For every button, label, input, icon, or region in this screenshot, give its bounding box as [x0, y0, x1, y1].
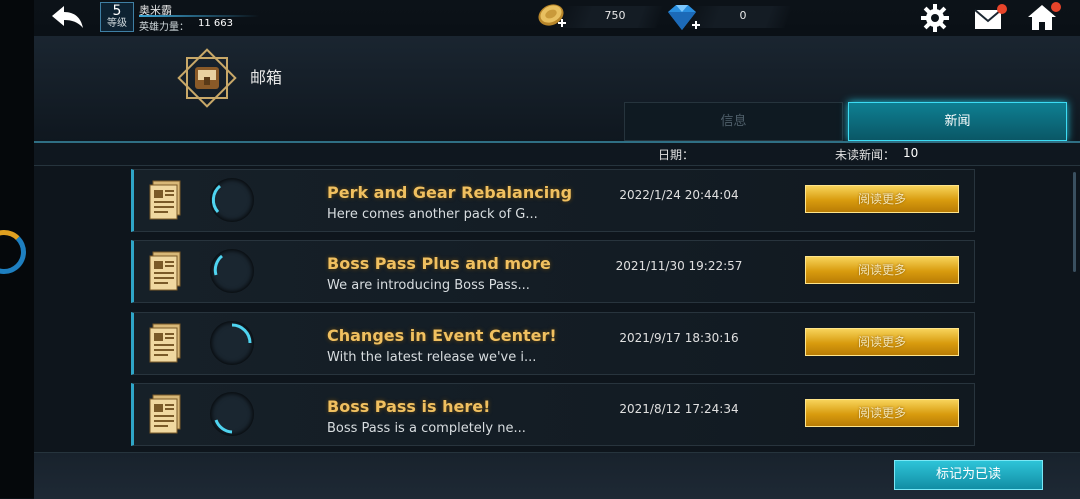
- news-item[interactable]: Boss Pass is here! Boss Pass is a comple…: [131, 383, 975, 446]
- level-number: 5: [112, 3, 122, 19]
- hero-power-label: 英雄力量：: [139, 22, 189, 33]
- newspaper-icon: [148, 393, 182, 435]
- mail-icon: [974, 4, 1007, 29]
- news-item[interactable]: Changes in Event Center! With the latest…: [131, 312, 975, 375]
- back-arrow-icon: [52, 6, 83, 28]
- hero-power-value: 11 663: [198, 18, 233, 29]
- news-title: Boss Pass is here!: [327, 397, 491, 416]
- mail-button[interactable]: [972, 3, 1008, 33]
- page-title: 邮箱: [250, 68, 283, 87]
- unread-news-count: 10: [903, 146, 919, 160]
- news-date: 2021/8/12 17:24:34: [619, 402, 739, 416]
- progress-ring-icon: [210, 178, 254, 222]
- news-item[interactable]: Boss Pass Plus and more We are introduci…: [131, 240, 975, 303]
- news-title: Changes in Event Center!: [327, 326, 557, 345]
- coin-count: 750: [604, 9, 626, 22]
- tab-news[interactable]: 新闻: [848, 102, 1067, 141]
- progress-ring-icon: [210, 321, 254, 365]
- newspaper-icon: [148, 250, 182, 292]
- list-scrollbar[interactable]: [1073, 172, 1076, 272]
- news-preview: Boss Pass is a completely ne...: [327, 421, 526, 436]
- list-header: [34, 143, 1080, 166]
- newspaper-icon: [148, 179, 182, 221]
- read-more-button[interactable]: 阅读更多: [805, 185, 959, 213]
- mailbox-emblem: [176, 47, 238, 109]
- unread-news-label: 未读新闻：: [835, 148, 896, 162]
- tab-info[interactable]: 信息: [624, 102, 843, 141]
- home-icon: [1028, 2, 1061, 30]
- gem-icon: [668, 5, 700, 30]
- gear-icon: [921, 4, 949, 32]
- home-button[interactable]: [1026, 1, 1062, 33]
- mailbox-icon: [177, 48, 237, 108]
- level-badge: 5 等级: [100, 2, 134, 32]
- news-preview: With the latest release we've i...: [327, 350, 537, 365]
- news-preview: We are introducing Boss Pass...: [327, 278, 530, 293]
- coin-icon: [538, 4, 566, 27]
- level-label: 等级: [107, 18, 127, 29]
- newspaper-icon: [148, 322, 182, 364]
- read-more-button[interactable]: 阅读更多: [805, 328, 959, 356]
- progress-ring-icon: [210, 249, 254, 293]
- name-underline: [139, 15, 259, 17]
- read-more-button[interactable]: 阅读更多: [805, 256, 959, 284]
- back-button[interactable]: [50, 4, 86, 30]
- gem-count: 0: [739, 9, 747, 22]
- add-gems-button[interactable]: [664, 2, 704, 34]
- add-coins-button[interactable]: [536, 2, 568, 32]
- progress-ring-icon: [210, 392, 254, 436]
- news-date: 2022/1/24 20:44:04: [619, 188, 739, 202]
- read-more-button[interactable]: 阅读更多: [805, 399, 959, 427]
- news-item[interactable]: Perk and Gear Rebalancing Here comes ano…: [131, 169, 975, 232]
- news-preview: Here comes another pack of G...: [327, 207, 538, 222]
- news-title: Perk and Gear Rebalancing: [327, 183, 573, 202]
- news-date: 2021/11/30 19:22:57: [615, 259, 743, 273]
- date-column-label: 日期：: [658, 148, 695, 162]
- news-title: Boss Pass Plus and more: [327, 254, 551, 273]
- mark-as-read-button[interactable]: 标记为已读: [894, 460, 1043, 490]
- news-date: 2021/9/17 18:30:16: [619, 331, 739, 345]
- settings-button[interactable]: [920, 3, 950, 33]
